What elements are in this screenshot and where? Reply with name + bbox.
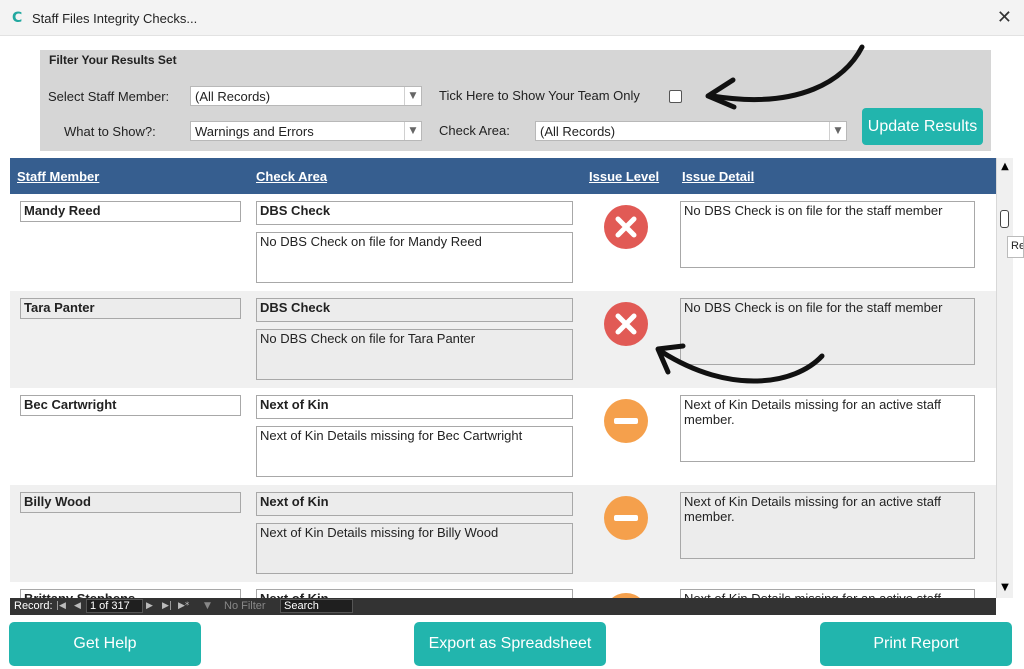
issue-detail-field[interactable]: Next of Kin Details missing for an activ… [680,589,975,598]
header-issue-detail[interactable]: Issue Detail [682,169,754,184]
issue-detail-field[interactable]: Next of Kin Details missing for an activ… [680,492,975,559]
first-record-icon[interactable]: |◀ [56,601,66,611]
staff-name-field[interactable]: Brittany Stephens [20,589,241,598]
results-list: Staff Member Check Area Issue Level Issu… [10,158,996,598]
staff-name-field[interactable]: Billy Wood [20,492,241,513]
check-area-field[interactable]: Next of Kin [256,395,573,419]
table-row[interactable]: Brittany Stephens Next of Kin Next of Ki… [10,582,996,598]
staff-member-value: (All Records) [195,89,271,104]
app-logo-icon: C [12,10,23,26]
chevron-down-icon[interactable]: ▼ [829,122,846,140]
update-results-button[interactable]: Update Results [862,108,983,145]
check-area-field[interactable]: Next of Kin [256,589,573,598]
check-area-value: (All Records) [540,124,616,139]
check-area-field[interactable]: Next of Kin [256,492,573,516]
team-only-checkbox[interactable] [669,90,682,103]
title-bar: C Staff Files Integrity Checks... ✕ [0,0,1024,36]
what-to-show-value: Warnings and Errors [195,124,314,139]
window-title: Staff Files Integrity Checks... [32,11,198,26]
header-check-area[interactable]: Check Area [256,169,327,184]
check-area-field[interactable]: DBS Check [256,298,573,322]
previous-record-icon[interactable]: ◀ [74,601,81,611]
filter-icon[interactable]: ▼ [204,601,211,611]
check-area-detail-field[interactable]: No DBS Check on file for Tara Panter [256,329,573,380]
error-icon [604,205,648,249]
no-filter-label[interactable]: No Filter [224,600,266,612]
record-position-box[interactable]: 1 of 317 [86,599,143,613]
table-row[interactable]: Billy Wood Next of Kin Next of Kin Detai… [10,485,996,582]
header-issue-level[interactable]: Issue Level [589,169,659,184]
table-row[interactable]: Mandy Reed DBS Check No DBS Check on fil… [10,194,996,291]
record-navigation: Record: |◀ ◀ 1 of 317 ▶ ▶| ▶* ▼ No Filte… [10,598,996,615]
warning-icon [604,496,648,540]
staff-member-label: Select Staff Member: [48,89,170,104]
staff-name-field[interactable]: Mandy Reed [20,201,241,222]
check-area-field[interactable]: DBS Check [256,201,573,225]
check-area-label: Check Area: [439,123,510,138]
error-icon [604,302,648,346]
scroll-thumb[interactable] [1000,210,1009,228]
side-tab[interactable]: Re [1007,236,1024,258]
issue-detail-field[interactable]: No DBS Check is on file for the staff me… [680,298,975,365]
scroll-down-icon[interactable]: ▼ [999,582,1011,593]
chevron-down-icon[interactable]: ▼ [404,122,421,140]
what-to-show-combo[interactable]: Warnings and Errors ▼ [190,121,422,141]
close-icon[interactable]: ✕ [997,7,1012,28]
get-help-button[interactable]: Get Help [9,622,201,666]
check-area-detail-field[interactable]: No DBS Check on file for Mandy Reed [256,232,573,283]
issue-detail-field[interactable]: Next of Kin Details missing for an activ… [680,395,975,462]
warning-icon [604,399,648,443]
issue-detail-field[interactable]: No DBS Check is on file for the staff me… [680,201,975,268]
check-area-detail-field[interactable]: Next of Kin Details missing for Bec Cart… [256,426,573,477]
team-only-label: Tick Here to Show Your Team Only [439,88,640,103]
filter-title: Filter Your Results Set [49,53,177,67]
what-to-show-label: What to Show?: [64,124,156,139]
table-row[interactable]: Tara Panter DBS Check No DBS Check on fi… [10,291,996,388]
staff-name-field[interactable]: Tara Panter [20,298,241,319]
export-spreadsheet-button[interactable]: Export as Spreadsheet [414,622,606,666]
new-record-icon[interactable]: ▶* [178,601,189,611]
filter-panel: Filter Your Results Set Select Staff Mem… [40,50,991,151]
print-report-button[interactable]: Print Report [820,622,1012,666]
table-row[interactable]: Bec Cartwright Next of Kin Next of Kin D… [10,388,996,485]
scroll-up-icon[interactable]: ▲ [999,161,1011,172]
record-label: Record: [14,600,53,612]
check-area-combo[interactable]: (All Records) ▼ [535,121,847,141]
check-area-detail-field[interactable]: Next of Kin Details missing for Billy Wo… [256,523,573,574]
next-record-icon[interactable]: ▶ [146,601,153,611]
chevron-down-icon[interactable]: ▼ [404,87,421,105]
vertical-scrollbar[interactable]: ▲ ▼ [996,158,1013,598]
staff-member-combo[interactable]: (All Records) ▼ [190,86,422,106]
staff-name-field[interactable]: Bec Cartwright [20,395,241,416]
list-header: Staff Member Check Area Issue Level Issu… [10,158,996,194]
search-box[interactable]: Search [280,599,353,613]
header-staff-member[interactable]: Staff Member [17,169,99,184]
last-record-icon[interactable]: ▶| [162,601,172,611]
